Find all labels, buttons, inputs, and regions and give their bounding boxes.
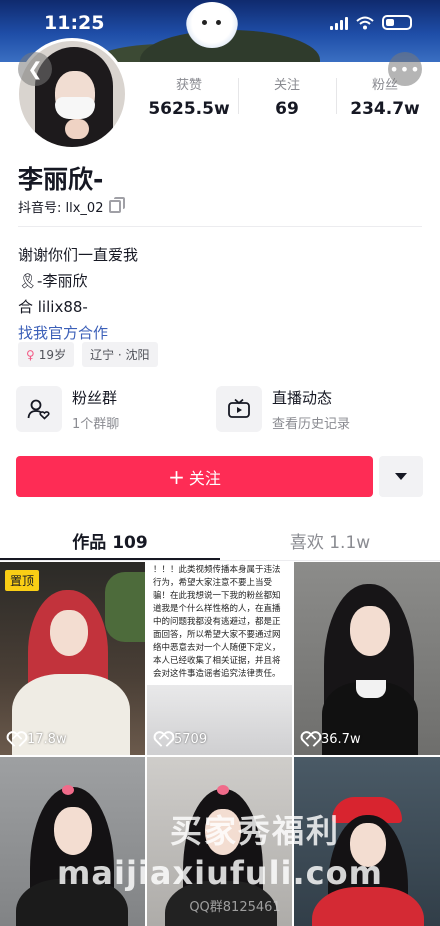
hair-clip bbox=[217, 785, 229, 795]
stat-value: 69 bbox=[275, 99, 299, 119]
fan-group-icon bbox=[16, 386, 62, 432]
heart-icon bbox=[302, 733, 316, 746]
stat-following[interactable]: 关注 69 bbox=[238, 74, 336, 119]
profile-screen: 11:25 ❮ ••• 获赞 5625.5w 关注 69 粉丝 234.7w 李… bbox=[0, 0, 440, 926]
fan-group-entry[interactable]: 粉丝群 1个群聊 bbox=[16, 386, 216, 432]
figure-face bbox=[350, 823, 386, 867]
profile-stats: 获赞 5625.5w 关注 69 粉丝 234.7w bbox=[140, 74, 434, 119]
profile-tabs: 作品 109 喜欢 1.1w bbox=[0, 518, 440, 560]
divider bbox=[0, 560, 440, 561]
stat-likes[interactable]: 获赞 5625.5w bbox=[140, 74, 238, 119]
avatar-mask bbox=[55, 97, 95, 119]
video-thumbnail[interactable] bbox=[147, 757, 292, 926]
figure-collar bbox=[356, 680, 386, 698]
stat-followers[interactable]: 粉丝 234.7w bbox=[336, 74, 434, 119]
caret-down-icon bbox=[395, 473, 407, 480]
video-grid: 置顶 17.8w ！！！此类视频传播本身属于违法行为，希望大家注意不要上当受骗！… bbox=[0, 562, 440, 926]
video-likes: 5709 bbox=[155, 732, 207, 747]
status-icons bbox=[330, 15, 412, 30]
video-thumbnail[interactable] bbox=[294, 757, 440, 926]
statement-text: ！！！此类视频传播本身属于违法行为，希望大家注意不要上当受骗！在此我想说一下我的… bbox=[153, 565, 281, 679]
entry-subtitle: 1个群聊 bbox=[72, 416, 120, 432]
entry-title: 直播动态 bbox=[272, 388, 333, 407]
entry-subtitle: 查看历史记录 bbox=[272, 416, 351, 432]
heart-icon bbox=[8, 733, 22, 746]
cellular-signal-icon bbox=[330, 16, 348, 30]
battery-icon bbox=[382, 15, 412, 30]
profile-tags: ♀ 19岁 辽宁 · 沈阳 bbox=[18, 342, 158, 367]
likes-count: 5709 bbox=[174, 732, 208, 747]
tab-likes[interactable]: 喜欢 1.1w bbox=[220, 518, 440, 560]
age-tag: ♀ 19岁 bbox=[18, 342, 75, 367]
avatar-hand bbox=[65, 119, 89, 139]
follow-button[interactable]: + 关注 bbox=[16, 456, 373, 497]
profile-entries: 粉丝群 1个群聊 直播动态 查看历史记录 bbox=[16, 386, 426, 432]
video-thumbnail[interactable] bbox=[0, 757, 145, 926]
video-thumbnail[interactable]: 置顶 17.8w bbox=[0, 562, 145, 755]
figure-face bbox=[350, 606, 390, 656]
copy-icon[interactable] bbox=[109, 197, 126, 213]
bio-line: 谢谢你们一直爱我 bbox=[18, 246, 139, 264]
hair-clip bbox=[62, 785, 74, 795]
stat-label: 关注 bbox=[273, 78, 300, 93]
female-gender-icon: ♀ bbox=[26, 347, 35, 362]
bio-line: 合 lilix88- bbox=[18, 298, 88, 316]
tag-text: 19岁 bbox=[38, 348, 67, 362]
video-likes: 36.7w bbox=[302, 732, 361, 747]
divider bbox=[18, 226, 422, 227]
pinned-badge: 置顶 bbox=[5, 570, 40, 591]
follow-label: 关注 bbox=[188, 468, 221, 488]
bio-line: 🎗-李丽欣 bbox=[18, 272, 88, 290]
figure-face bbox=[54, 807, 92, 855]
stat-value: 5625.5w bbox=[148, 99, 230, 119]
tag-text: 辽宁 · 沈阳 bbox=[90, 348, 150, 362]
back-button[interactable]: ❮ bbox=[18, 52, 52, 86]
likes-count: 36.7w bbox=[321, 732, 361, 747]
plus-icon: + bbox=[168, 464, 185, 489]
video-likes: 17.8w bbox=[8, 732, 67, 747]
more-dots-icon: ••• bbox=[389, 59, 421, 79]
more-options-button[interactable]: ••• bbox=[388, 52, 422, 86]
tab-works[interactable]: 作品 109 bbox=[0, 518, 220, 560]
banner-fluffy-dog bbox=[186, 2, 238, 48]
profile-name: 李丽欣- bbox=[18, 165, 104, 194]
likes-count: 17.8w bbox=[27, 732, 67, 747]
video-thumbnail[interactable]: 36.7w bbox=[294, 562, 440, 755]
figure-body bbox=[165, 881, 277, 926]
location-tag: 辽宁 · 沈阳 bbox=[82, 342, 158, 367]
figure-face bbox=[205, 809, 241, 855]
plant-decor bbox=[105, 572, 145, 642]
entry-title: 粉丝群 bbox=[72, 388, 118, 407]
stat-label: 获赞 bbox=[175, 78, 202, 93]
figure-face bbox=[50, 610, 88, 656]
live-history-entry[interactable]: 直播动态 查看历史记录 bbox=[216, 386, 416, 432]
douyin-id-row: 抖音号: llx_02 bbox=[18, 197, 126, 216]
heart-icon bbox=[155, 733, 169, 746]
live-icon bbox=[216, 386, 262, 432]
stat-value: 234.7w bbox=[350, 99, 420, 119]
status-time: 11:25 bbox=[44, 12, 105, 34]
video-thumbnail[interactable]: ！！！此类视频传播本身属于违法行为，希望大家注意不要上当受骗！在此我想说一下我的… bbox=[147, 562, 292, 755]
chevron-left-icon: ❮ bbox=[27, 58, 43, 80]
figure-body bbox=[16, 879, 128, 926]
wifi-icon bbox=[356, 16, 374, 29]
profile-bio: 谢谢你们一直爱我 🎗-李丽欣 合 lilix88- 找我官方合作 bbox=[18, 242, 138, 346]
douyin-id: 抖音号: llx_02 bbox=[18, 201, 104, 216]
more-actions-dropdown[interactable] bbox=[379, 456, 423, 497]
